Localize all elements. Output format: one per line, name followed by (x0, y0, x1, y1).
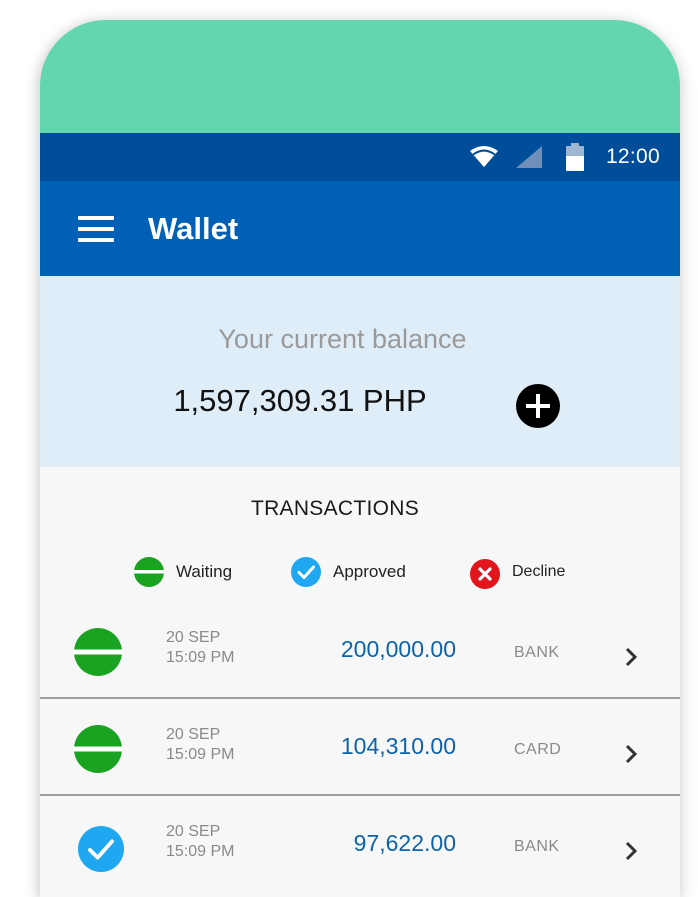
transaction-amount: 200,000.00 (340, 636, 456, 662)
plus-icon (526, 394, 550, 418)
add-funds-button[interactable] (516, 384, 560, 428)
transaction-method: BANK (514, 838, 560, 855)
transaction-date: 20 SEP 15:09 PM (166, 822, 234, 862)
legend-waiting: Waiting (134, 557, 232, 587)
transaction-amount: 97,622.00 (353, 830, 456, 856)
transaction-method: CARD (514, 741, 562, 758)
app-title: Wallet (148, 210, 239, 246)
waiting-status-icon (134, 557, 164, 587)
transaction-date: 20 SEP 15:09 PM (166, 725, 234, 765)
approved-status-icon (291, 557, 321, 587)
legend-decline: Decline (470, 555, 565, 589)
transaction-row[interactable]: 20 SEP 15:09 PM 200,000.00 BANK (40, 602, 680, 699)
chevron-right-icon[interactable] (623, 646, 639, 668)
balance-label: Your current balance (218, 324, 467, 354)
transaction-date: 20 SEP 15:09 PM (166, 628, 234, 668)
legend-decline-label: Decline (512, 563, 566, 580)
transactions-heading: TRANSACTIONS (250, 497, 420, 520)
chevron-right-icon[interactable] (623, 743, 639, 765)
wifi-icon (469, 146, 498, 167)
approved-status-icon (78, 826, 124, 872)
status-time: 12:00 (605, 145, 660, 168)
transaction-list: 20 SEP 15:09 PM 200,000.00 BANK 20 SEP 1… (40, 602, 680, 893)
waiting-status-icon (74, 628, 122, 676)
balance-panel: Your current balance 1,597,309.31 PHP (40, 276, 680, 467)
legend-approved: Approved (291, 557, 406, 587)
transaction-time: 15:09 PM (166, 649, 235, 666)
status-legend: Waiting Approved Decline (40, 555, 680, 591)
cell-signal-icon (515, 146, 542, 168)
transaction-day: 20 SEP (166, 629, 221, 646)
transaction-day: 20 SEP (166, 726, 221, 743)
status-bar: 12:00 (40, 133, 680, 181)
transaction-row[interactable]: 20 SEP 15:09 PM 104,310.00 CARD (40, 699, 680, 796)
legend-approved-label: Approved (333, 562, 406, 581)
phone-frame: 12:00 Wallet Your current balance 1,597,… (40, 20, 680, 897)
waiting-status-icon (74, 725, 122, 773)
decline-status-icon (470, 559, 500, 589)
transaction-method: BANK (514, 644, 560, 661)
transaction-day: 20 SEP (166, 823, 221, 840)
balance-amount: 1,597,309.31 PHP (173, 383, 427, 418)
transaction-amount: 104,310.00 (340, 733, 456, 759)
stage: 12:00 Wallet Your current balance 1,597,… (0, 0, 698, 897)
battery-icon (565, 143, 584, 171)
chevron-right-icon[interactable] (623, 840, 639, 862)
app-bar: Wallet (40, 181, 680, 276)
hamburger-menu-icon[interactable] (78, 215, 114, 242)
transaction-time: 15:09 PM (166, 746, 235, 763)
legend-waiting-label: Waiting (176, 562, 233, 581)
transaction-row[interactable]: 20 SEP 15:09 PM 97,622.00 BANK (40, 796, 680, 893)
transaction-time: 15:09 PM (166, 843, 235, 860)
app-screen: 12:00 Wallet Your current balance 1,597,… (40, 133, 680, 897)
